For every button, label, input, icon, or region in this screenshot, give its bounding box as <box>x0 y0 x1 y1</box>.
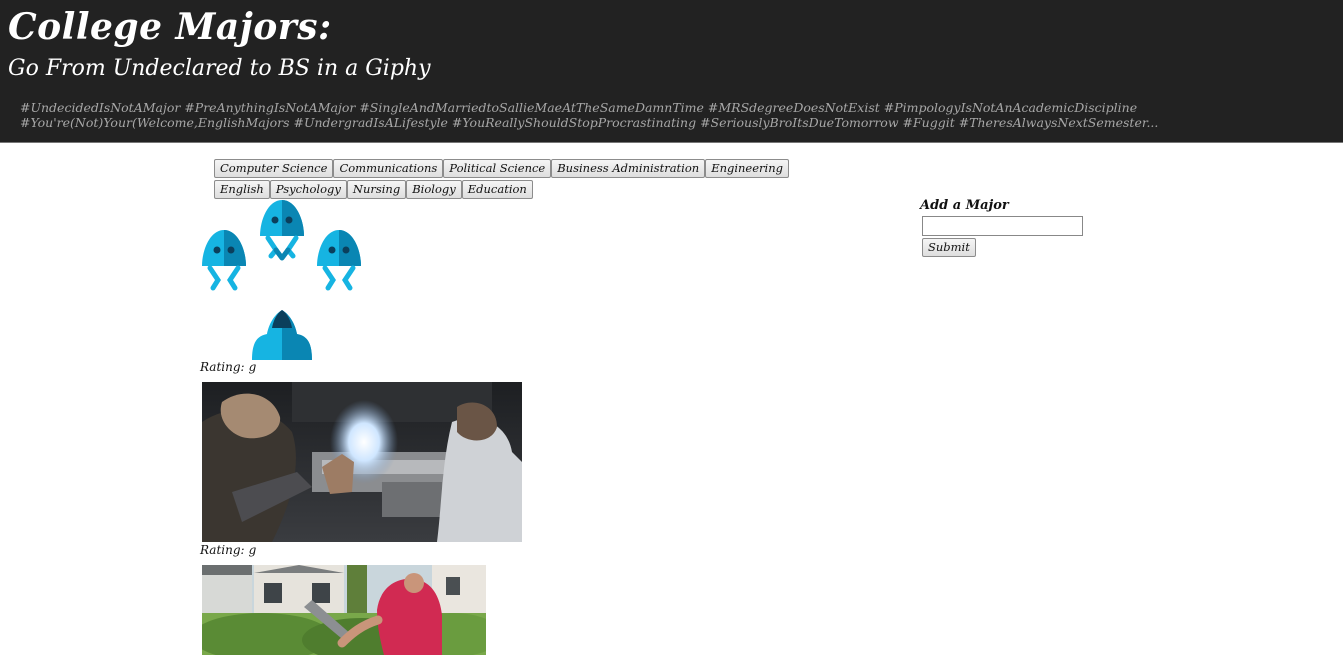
major-button-computer-science[interactable]: Computer Science <box>214 159 334 178</box>
major-buttons-row: Computer Science Communications Politica… <box>214 159 789 179</box>
major-button-psychology[interactable]: Psychology <box>269 180 347 199</box>
add-major-input[interactable] <box>922 216 1083 236</box>
rating-text: Rating: g <box>200 543 257 557</box>
major-button-nursing[interactable]: Nursing <box>346 180 407 199</box>
major-button-engineering[interactable]: Engineering <box>705 159 789 178</box>
invaders-graphic <box>202 200 361 360</box>
major-button-english[interactable]: English <box>214 180 270 199</box>
add-major-form: Add a Major Submit <box>920 198 1083 257</box>
major-buttons-row: English Psychology Nursing Biology Educa… <box>214 180 533 200</box>
page-title: College Majors: <box>8 6 332 48</box>
hashtag-line: #UndecidedIsNotAMajor #PreAnythingIsNotA… <box>20 100 1138 115</box>
invader-icon <box>260 200 304 261</box>
major-button-political-science[interactable]: Political Science <box>443 159 552 178</box>
hashtag-banner: #UndecidedIsNotAMajor #PreAnythingIsNotA… <box>20 100 1320 130</box>
iron-man-lab-gif[interactable] <box>202 382 522 542</box>
submit-button[interactable]: Submit <box>922 237 976 257</box>
hedge-scene-graphic <box>202 565 486 655</box>
invader-icon <box>202 230 246 291</box>
page-subtitle: Go From Undeclared to BS in a Giphy <box>8 56 431 81</box>
lab-scene-graphic <box>202 382 522 542</box>
add-major-label: Add a Major <box>920 198 1009 213</box>
hedge-trimming-gif[interactable] <box>202 565 486 655</box>
ship-icon <box>252 310 312 360</box>
major-button-communications[interactable]: Communications <box>333 159 444 178</box>
page-header: College Majors: Go From Undeclared to BS… <box>0 0 1343 143</box>
space-invaders-gif[interactable] <box>200 198 364 360</box>
major-button-education[interactable]: Education <box>461 180 533 199</box>
invader-icon <box>317 230 361 291</box>
hashtag-line: #You're(Not)Your(Welcome,EnglishMajors #… <box>20 115 1159 130</box>
major-button-biology[interactable]: Biology <box>406 180 462 199</box>
major-button-business-administration[interactable]: Business Administration <box>551 159 706 178</box>
rating-text: Rating: g <box>200 360 257 374</box>
